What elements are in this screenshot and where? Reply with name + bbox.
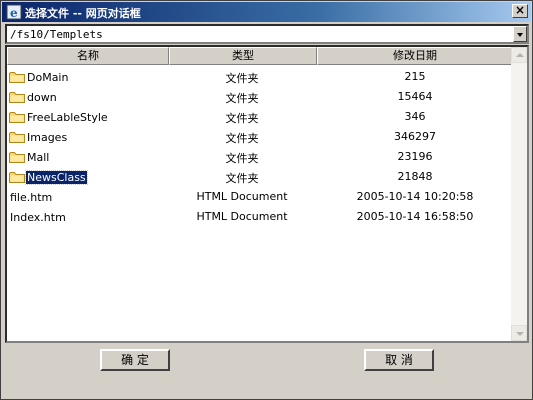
- file-name-cell[interactable]: file.htm: [9, 190, 53, 204]
- file-type: 文件夹: [225, 112, 259, 125]
- chevron-down-icon: [517, 33, 523, 37]
- list-item[interactable]: DoMain 文件夹 215: [7, 67, 513, 87]
- file-name: DoMain: [27, 70, 69, 84]
- ok-button[interactable]: 确 定: [100, 349, 170, 371]
- close-button[interactable]: ×: [512, 4, 528, 18]
- file-name: file.htm: [10, 190, 53, 204]
- scroll-down-button[interactable]: [511, 325, 527, 341]
- file-name: down: [27, 90, 57, 104]
- cancel-button[interactable]: 取 消: [364, 349, 434, 371]
- file-name-cell[interactable]: down: [9, 90, 58, 104]
- dialog-window: e 选择文件 -- 网页对话框 × /fs10/Templets 名称 类型 修…: [0, 0, 533, 400]
- file-name: NewsClass: [25, 169, 88, 185]
- file-type: HTML Document: [196, 210, 288, 223]
- file-name-cell[interactable]: NewsClass: [9, 169, 88, 185]
- file-date: 2005-10-14 10:20:58: [356, 190, 474, 203]
- scroll-up-icon: [516, 53, 524, 57]
- list-item[interactable]: Images 文件夹 346297: [7, 127, 513, 147]
- file-name: Mall: [27, 150, 50, 164]
- list-item[interactable]: Mall 文件夹 23196: [7, 147, 513, 167]
- folder-icon: [9, 71, 25, 83]
- file-date: 15464: [397, 90, 433, 103]
- title-bar: e 选择文件 -- 网页对话框 ×: [2, 2, 531, 22]
- dialog-title: 选择文件 -- 网页对话框: [25, 7, 141, 20]
- close-icon: ×: [514, 3, 526, 17]
- file-type: HTML Document: [196, 190, 288, 203]
- list-item[interactable]: NewsClass 文件夹 21848: [7, 167, 513, 187]
- path-dropdown[interactable]: /fs10/Templets: [5, 24, 529, 44]
- dropdown-button[interactable]: [513, 26, 527, 42]
- column-header-date[interactable]: 修改日期: [317, 47, 513, 65]
- scroll-up-button[interactable]: [511, 47, 527, 63]
- file-date: 23196: [397, 150, 433, 163]
- file-date: 346: [404, 110, 426, 123]
- file-name: Index.htm: [10, 210, 66, 224]
- file-type: 文件夹: [225, 132, 259, 145]
- column-header-type[interactable]: 类型: [169, 47, 317, 65]
- file-name-cell[interactable]: DoMain: [9, 70, 69, 84]
- file-type: 文件夹: [225, 72, 259, 85]
- file-name-cell[interactable]: Mall: [9, 150, 50, 164]
- file-date: 215: [404, 70, 426, 83]
- file-type: 文件夹: [225, 92, 259, 105]
- ie-app-icon: e: [6, 4, 22, 20]
- file-name-cell[interactable]: FreeLableStyle: [9, 110, 109, 124]
- folder-icon: [9, 171, 25, 183]
- file-date: 21848: [397, 170, 433, 183]
- folder-icon: [9, 111, 25, 123]
- list-item[interactable]: down 文件夹 15464: [7, 87, 513, 107]
- path-value: /fs10/Templets: [10, 28, 103, 41]
- list-item[interactable]: file.htm HTML Document 2005-10-14 10:20:58: [7, 187, 513, 207]
- file-type: 文件夹: [225, 152, 259, 165]
- vertical-scrollbar[interactable]: [511, 47, 527, 341]
- svg-text:e: e: [10, 6, 18, 20]
- file-name-cell[interactable]: Index.htm: [9, 210, 67, 224]
- file-name-cell[interactable]: Images: [9, 130, 68, 144]
- file-date: 346297: [394, 130, 436, 143]
- folder-icon: [9, 151, 25, 163]
- file-name: Images: [27, 130, 68, 144]
- folder-icon: [9, 131, 25, 143]
- list-item[interactable]: Index.htm HTML Document 2005-10-14 16:58:5…: [7, 207, 513, 227]
- file-list[interactable]: 名称 类型 修改日期 DoMain 文件夹 215 down 文件夹 15464 FreeL…: [5, 45, 529, 343]
- file-name: FreeLableStyle: [27, 110, 108, 124]
- scroll-down-icon: [516, 332, 524, 336]
- list-item[interactable]: FreeLableStyle 文件夹 346: [7, 107, 513, 127]
- file-date: 2005-10-14 16:58:50: [356, 210, 474, 223]
- file-type: 文件夹: [225, 172, 259, 185]
- column-header-name[interactable]: 名称: [7, 47, 169, 65]
- folder-icon: [9, 91, 25, 103]
